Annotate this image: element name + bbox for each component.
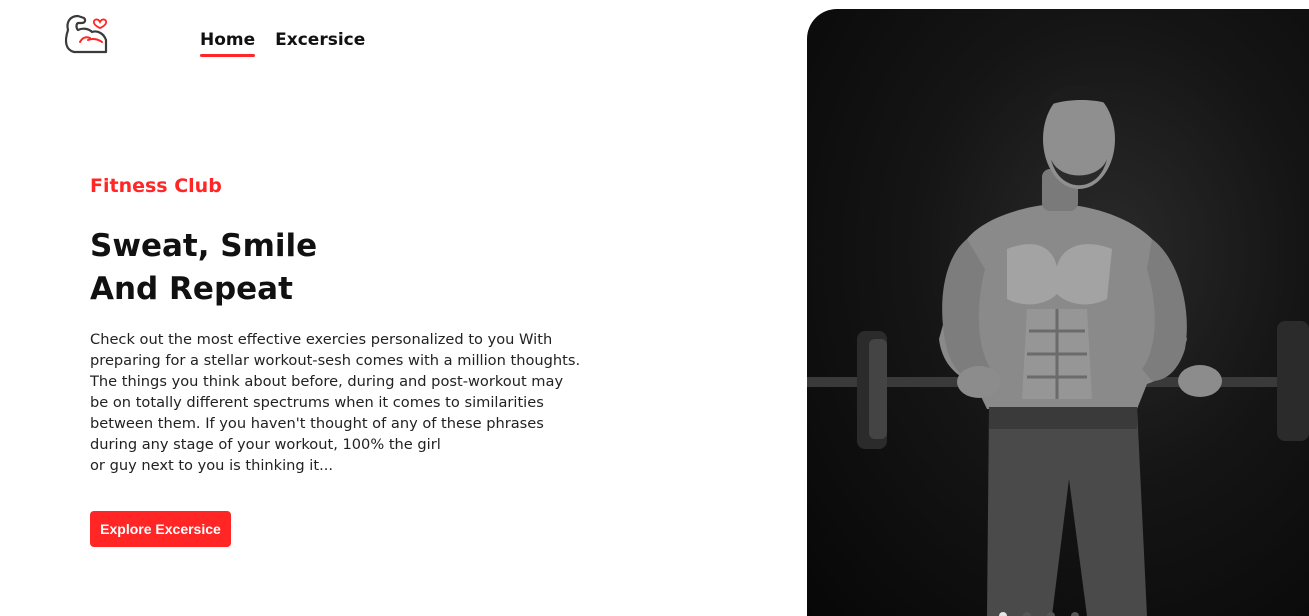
description-line: preparing for a stellar workout-sesh com…: [90, 352, 581, 369]
description-line: between them. If you haven't thought of …: [90, 415, 544, 432]
description-line: during any stage of your workout, 100% t…: [90, 436, 441, 453]
nav-link-home[interactable]: Home: [200, 30, 256, 57]
carousel-dot[interactable]: [999, 612, 1007, 616]
carousel-dot[interactable]: [1047, 612, 1055, 616]
hero-banner-image: [807, 9, 1309, 616]
carousel-dot[interactable]: [1023, 612, 1031, 616]
main-nav: Home Excersice: [200, 30, 365, 57]
hero-eyebrow: Fitness Club: [90, 175, 222, 197]
hero-description: Check out the most effective exercies pe…: [90, 329, 580, 476]
description-line: Check out the most effective exercies pe…: [90, 331, 553, 348]
description-line: or guy next to you is thinking it...: [90, 457, 333, 474]
description-line: be on totally different spectrums when i…: [90, 394, 544, 411]
muscular-man-barbell-curl-photo: [807, 84, 1309, 616]
description-line: The things you think about before, durin…: [90, 373, 564, 390]
hero-headline: Sweat, Smile And Repeat: [90, 225, 317, 311]
explore-excersice-button[interactable]: Explore Excersice: [90, 511, 231, 547]
carousel-dots: [999, 608, 1079, 616]
landing-page: Home Excersice Fitness Club Sweat, Smile…: [0, 0, 1309, 616]
nav-link-excersice[interactable]: Excersice: [275, 30, 365, 54]
headline-line-1: Sweat, Smile: [90, 228, 318, 264]
carousel-dot[interactable]: [1071, 612, 1079, 616]
headline-line-2: And Repeat: [90, 271, 293, 307]
flexed-arm-heart-icon[interactable]: [58, 8, 112, 58]
